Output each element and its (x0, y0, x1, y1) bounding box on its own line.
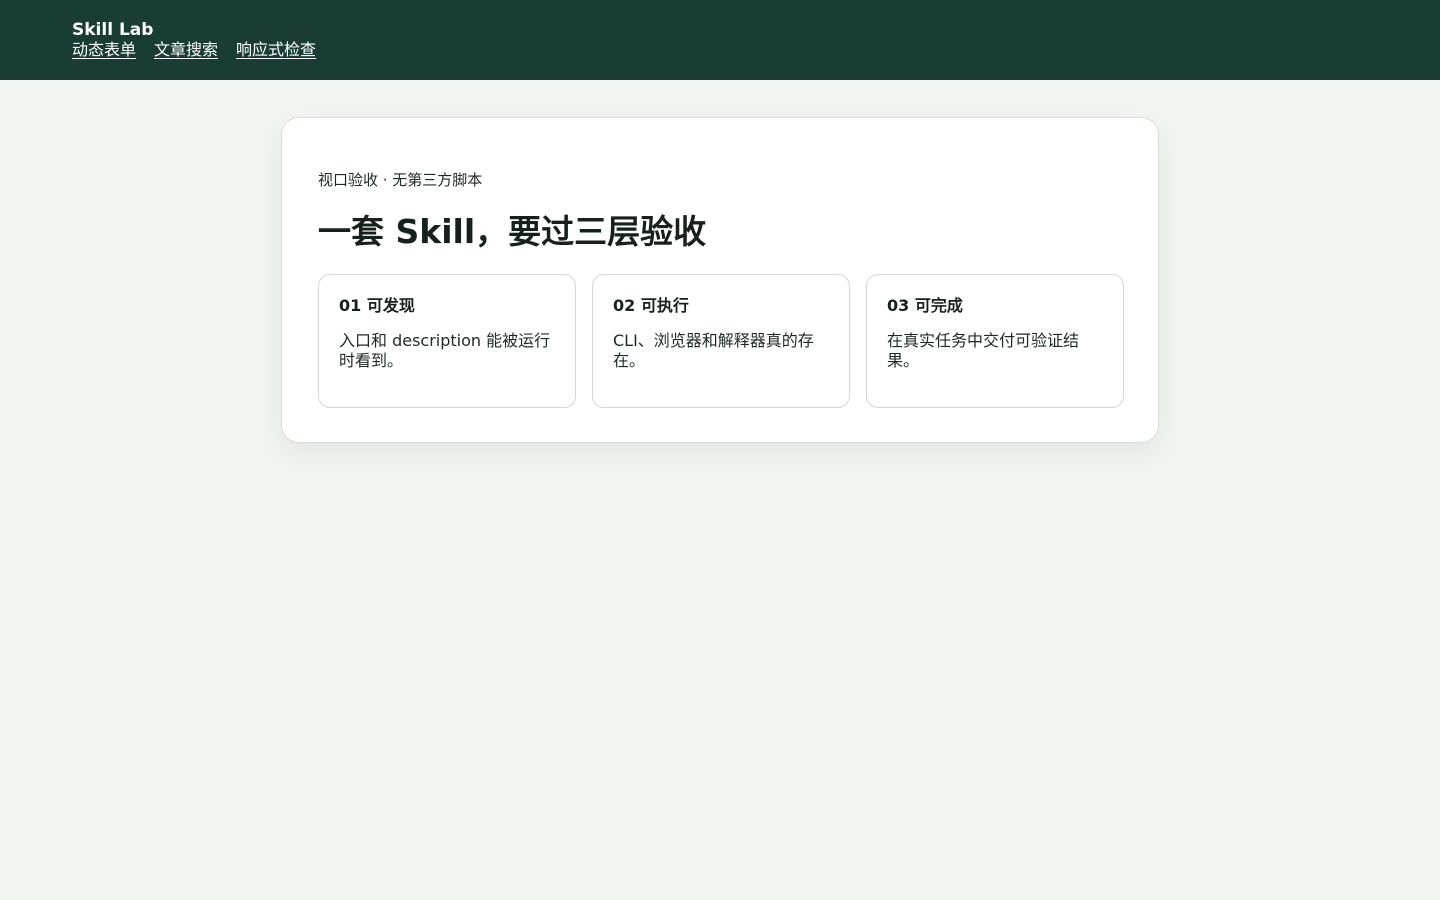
stage-card-discoverable: 01 可发现 入口和 description 能被运行时看到。 (318, 274, 576, 408)
main-nav: 动态表单 文章搜索 响应式检查 (72, 40, 1368, 60)
stage-card-title: 03 可完成 (887, 296, 963, 315)
stage-card-list: 01 可发现 入口和 description 能被运行时看到。 02 可执行 C… (318, 274, 1124, 408)
stage-card-completable: 03 可完成 在真实任务中交付可验证结果。 (866, 274, 1124, 408)
stage-card-text: 在真实任务中交付可验证结果。 (887, 331, 1080, 370)
brand-title: Skill Lab (72, 20, 154, 40)
validation-panel: 视口验收 · 无第三方脚本 一套 Skill，要过三层验收 01 可发现 入口和… (281, 117, 1159, 443)
stage-card-text: CLI、浏览器和解释器真的存在。 (613, 331, 814, 370)
top-navigation-bar: Skill Lab 动态表单 文章搜索 响应式检查 (0, 0, 1440, 80)
stage-card-text: 入口和 description 能被运行时看到。 (339, 331, 551, 370)
stage-card-title: 02 可执行 (613, 296, 689, 315)
stage-card-executable: 02 可执行 CLI、浏览器和解释器真的存在。 (592, 274, 850, 408)
page-title: 一套 Skill，要过三层验收 (318, 212, 707, 251)
nav-link-dynamic-form[interactable]: 动态表单 (72, 40, 136, 60)
nav-link-responsive-check[interactable]: 响应式检查 (236, 40, 316, 60)
panel-eyebrow: 视口验收 · 无第三方脚本 (318, 171, 483, 189)
nav-link-article-search[interactable]: 文章搜索 (154, 40, 218, 60)
stage-card-title: 01 可发现 (339, 296, 415, 315)
